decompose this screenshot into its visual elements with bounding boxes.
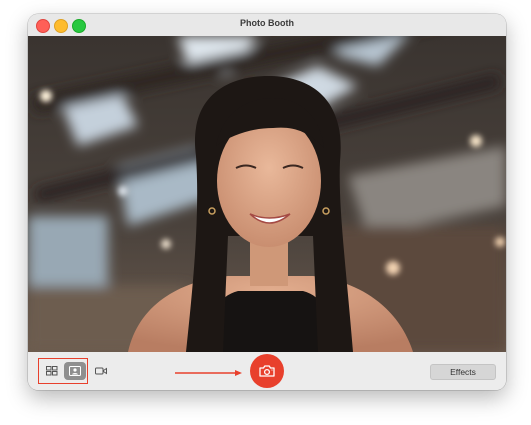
camera-preview xyxy=(28,36,506,352)
person-photo-icon xyxy=(69,366,81,376)
photo-booth-window: Photo Booth Effects xyxy=(28,14,506,390)
annotation-arrow xyxy=(175,370,242,376)
window-title: Photo Booth xyxy=(240,18,294,28)
video-mode-button[interactable] xyxy=(90,362,112,380)
effects-button[interactable]: Effects xyxy=(430,364,496,380)
single-photo-mode-button[interactable] xyxy=(64,362,86,380)
title-bar[interactable]: Photo Booth xyxy=(28,14,506,37)
grid-icon xyxy=(46,366,58,376)
video-camera-icon xyxy=(95,367,107,375)
four-up-mode-button[interactable] xyxy=(41,362,63,380)
camera-preview-image xyxy=(28,36,506,352)
take-photo-button[interactable] xyxy=(250,354,284,388)
bottom-toolbar: Effects xyxy=(28,352,506,390)
camera-icon xyxy=(259,365,275,377)
layout-mode-selector xyxy=(41,362,107,380)
